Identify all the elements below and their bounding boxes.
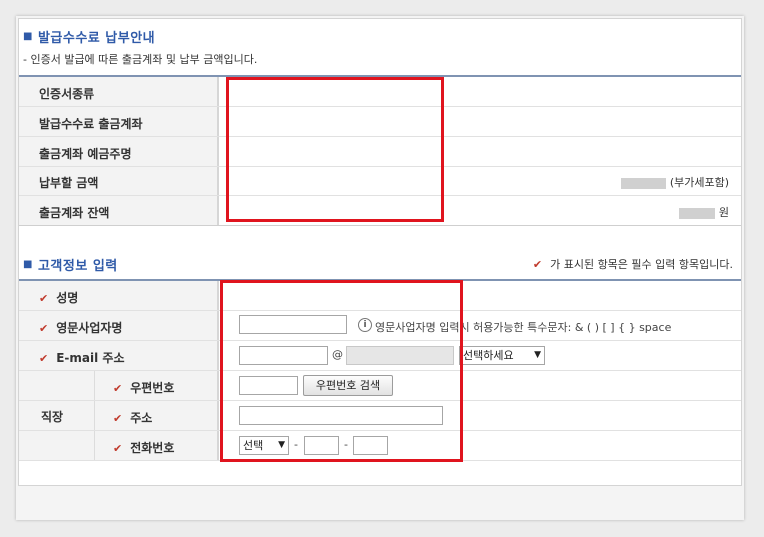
checkmark-icon: ✔ — [39, 322, 49, 335]
checkmark-icon: ✔ — [113, 382, 123, 395]
label-cell: 인증서종류 — [19, 77, 219, 106]
label-cell: 납부할 금액 — [19, 167, 219, 195]
chevron-down-icon: ▼ — [534, 350, 541, 360]
label-cell: ✔ 영문사업자명 — [19, 311, 219, 340]
customer-section-title: ■ 고객정보 입력 — [23, 259, 118, 274]
label-cell: ✔ 우편번호 — [95, 371, 219, 400]
checkmark-icon: ✔ — [113, 442, 123, 455]
email-domain-select[interactable]: 선택하세요 ▼ — [459, 346, 545, 365]
fee-section-description: - 인증서 발급에 따른 출금계좌 및 납부 금액입니다. — [23, 53, 258, 66]
highlight-box-fee-values — [226, 77, 444, 222]
label-cell: ✔ E-mail 주소 — [19, 341, 219, 370]
bullet-icon: ■ — [23, 31, 33, 42]
fee-section-title: ■ 발급수수료 납부안내 — [23, 31, 156, 46]
amount-due-value: (부가세포함) — [620, 174, 729, 190]
balance-value: 원 — [678, 204, 729, 220]
checkmark-icon: ✔ — [39, 352, 49, 365]
label-cell: ✔ 성명 — [19, 281, 219, 310]
label-cell: ✔ 주소 — [95, 401, 219, 430]
redacted-balance — [678, 207, 715, 219]
required-note: ✔ 가 표시된 항목은 필수 입력 항목입니다. — [532, 258, 733, 271]
label-cell: 출금계좌 잔액 — [19, 196, 219, 225]
highlight-box-customer-inputs — [220, 280, 463, 462]
label-cell: ✔ 전화번호 — [95, 431, 219, 460]
checkmark-icon: ✔ — [113, 412, 123, 425]
redacted-amount — [620, 177, 666, 189]
bullet-icon: ■ — [23, 259, 33, 270]
checkmark-icon: ✔ — [39, 292, 49, 305]
checkmark-icon: ✔ — [532, 258, 543, 271]
label-cell: 발급수수료 출금계좌 — [19, 107, 219, 136]
label-cell: 출금계좌 예금주명 — [19, 137, 219, 166]
